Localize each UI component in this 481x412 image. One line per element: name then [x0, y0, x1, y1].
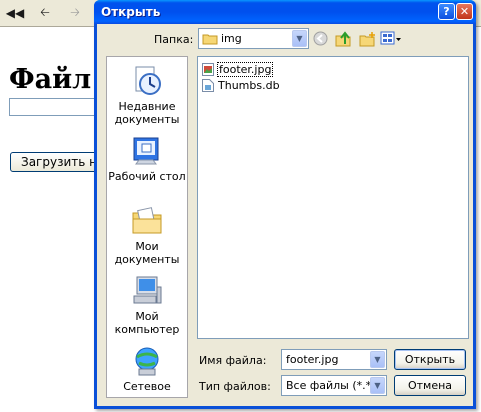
filename-label: Имя файла: — [199, 354, 267, 367]
place-label: Мой компьютер — [114, 310, 180, 336]
place-label: Сетевое — [123, 380, 171, 393]
place-label: Мои документы — [114, 240, 180, 266]
look-in-value: img — [221, 32, 242, 45]
open-file-dialog: Открыть ? ✕ Папка: img ▼ Недавние докуме… — [94, 0, 476, 409]
look-in-label: Папка: — [154, 33, 194, 46]
filetype-label: Тип файлов: — [199, 380, 271, 393]
place-my-documents[interactable]: Мои документы — [107, 205, 187, 266]
first-page-icon[interactable]: ◀◀ — [4, 3, 26, 23]
up-folder-icon[interactable] — [335, 31, 352, 47]
filename-value: footer.jpg — [286, 353, 339, 366]
my-computer-icon — [131, 275, 163, 307]
folder-icon — [202, 34, 218, 45]
desktop-icon — [131, 135, 163, 167]
image-file-icon — [202, 62, 214, 76]
chevron-down-icon[interactable]: ▼ — [370, 351, 385, 368]
filetype-value: Все файлы (*.*) — [286, 379, 376, 392]
list-item[interactable]: Thumbs.db — [202, 77, 281, 93]
view-menu-icon[interactable] — [380, 31, 402, 46]
file-name: Thumbs.db — [218, 78, 280, 92]
file-name: footer.jpg — [217, 61, 274, 77]
place-network[interactable]: Сетевое — [107, 345, 187, 393]
page-heading: Файл — [9, 64, 92, 95]
help-button[interactable]: ? — [438, 3, 455, 20]
my-documents-icon — [131, 205, 163, 237]
look-in-combo[interactable]: img ▼ — [198, 28, 309, 49]
dialog-titlebar[interactable]: Открыть ? ✕ — [94, 0, 476, 24]
list-item[interactable]: footer.jpg — [202, 61, 274, 77]
places-bar: Недавние документы Рабочий стол Мои доку… — [106, 56, 188, 398]
place-label: Рабочий стол — [108, 170, 186, 183]
place-recent-documents[interactable]: Недавние документы — [107, 65, 187, 126]
open-button[interactable]: Открыть — [394, 349, 466, 370]
place-desktop[interactable]: Рабочий стол — [107, 135, 187, 183]
recent-documents-icon — [131, 65, 163, 97]
close-button[interactable]: ✕ — [456, 3, 473, 20]
chevron-down-icon[interactable]: ▼ — [370, 377, 385, 394]
filetype-combo[interactable]: Все файлы (*.*) ▼ — [281, 375, 387, 396]
file-list[interactable]: footer.jpg Thumbs.db — [197, 56, 469, 339]
network-icon — [131, 345, 163, 377]
db-file-icon — [202, 78, 214, 92]
filename-combo[interactable]: footer.jpg ▼ — [281, 349, 387, 370]
back-arrow-icon[interactable]: 🡠 — [34, 3, 56, 23]
back-icon[interactable] — [313, 31, 328, 46]
place-my-computer[interactable]: Мой компьютер — [107, 275, 187, 336]
dialog-title: Открыть — [101, 5, 161, 19]
new-folder-icon[interactable] — [359, 31, 376, 47]
cancel-button[interactable]: Отмена — [394, 375, 466, 396]
dialog-body: Папка: img ▼ Недавние документы Рабочий … — [97, 24, 473, 406]
chevron-down-icon[interactable]: ▼ — [292, 30, 307, 47]
place-label: Недавние документы — [114, 100, 180, 126]
forward-arrow-icon[interactable]: 🡢 — [64, 3, 86, 23]
